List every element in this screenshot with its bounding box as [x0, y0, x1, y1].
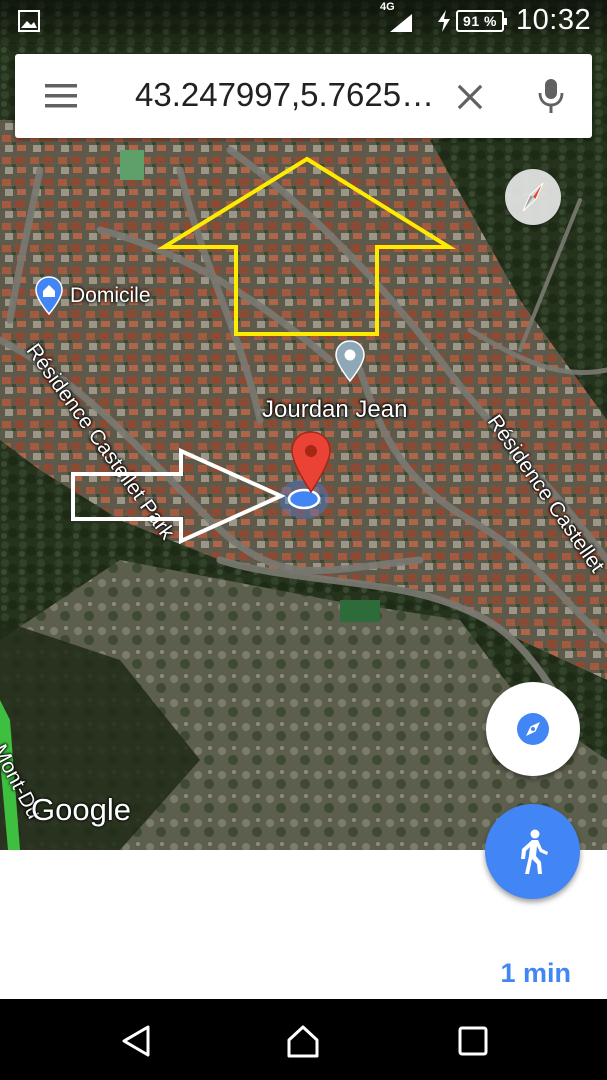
- place-label-jourdan-jean[interactable]: Jourdan Jean: [262, 396, 407, 424]
- charging-bolt-icon: [438, 10, 450, 32]
- poi-pin-icon[interactable]: [334, 340, 366, 382]
- back-triangle-icon[interactable]: [118, 1023, 154, 1059]
- compass-icon: [522, 182, 544, 212]
- gallery-notification-icon: [18, 10, 40, 32]
- status-bar: 4G 91 % 10:32: [0, 0, 607, 44]
- home-icon[interactable]: [285, 1023, 321, 1059]
- walking-directions-button[interactable]: [485, 804, 580, 899]
- navigation-compass-icon: [517, 713, 549, 745]
- google-attribution-logo: Google: [31, 792, 131, 827]
- my-location-button[interactable]: [486, 682, 580, 776]
- system-navigation-bar: [0, 999, 607, 1080]
- status-clock: 10:32: [516, 4, 592, 36]
- microphone-icon[interactable]: [537, 78, 565, 114]
- compass-button[interactable]: [505, 169, 561, 225]
- dropped-pin-icon[interactable]: [289, 430, 333, 494]
- place-label-domicile: Domicile: [70, 284, 151, 307]
- close-icon[interactable]: [455, 82, 485, 112]
- cell-signal-icon: [390, 14, 412, 32]
- home-pin-icon: [35, 276, 63, 316]
- hamburger-menu-icon[interactable]: [45, 84, 77, 108]
- search-bar[interactable]: 43.247997,5.7625…: [15, 54, 592, 138]
- search-query-text[interactable]: 43.247997,5.7625…: [135, 76, 440, 114]
- eta-label: 1 min: [500, 958, 571, 988]
- recents-square-icon[interactable]: [455, 1023, 491, 1059]
- battery-indicator: 91 %: [456, 10, 507, 32]
- place-marker-domicile[interactable]: Domicile: [34, 276, 151, 316]
- walking-person-icon: [521, 829, 548, 874]
